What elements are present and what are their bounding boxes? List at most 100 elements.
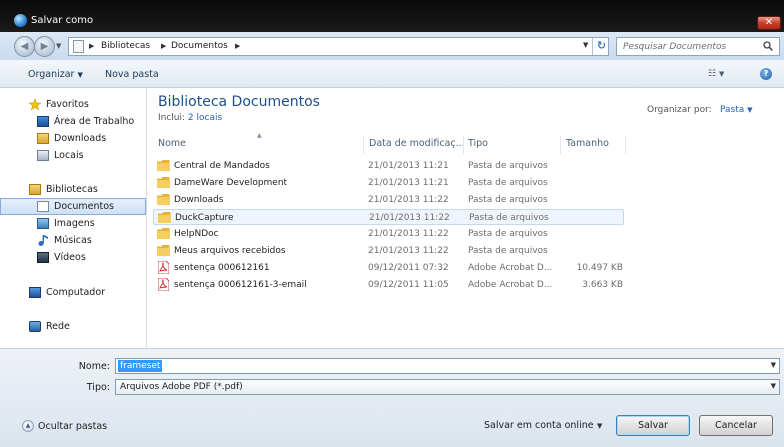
breadcrumb-arrow-icon[interactable]: ▶ [161,42,166,50]
breadcrumb-arrow-icon[interactable]: ▶ [89,42,94,50]
sidebar-item-downloads[interactable]: Downloads [0,130,146,147]
column-divider[interactable] [560,136,561,154]
file-type: Pasta de arquivos [468,229,548,239]
file-type: Pasta de arquivos [469,213,549,223]
search-box[interactable] [616,37,780,56]
sidebar-item-label: Músicas [54,235,92,246]
sidebar-item-label: Rede [46,321,70,332]
column-divider[interactable] [625,136,626,154]
places-icon [37,150,49,161]
downloads-icon [37,133,49,144]
table-row[interactable]: sentença 000612161-3-email 09/12/2011 11… [153,277,624,293]
sort-ascending-icon: ▲ [257,132,262,139]
sidebar-item-videos[interactable]: Vídeos [0,249,146,266]
file-name: sentença 000612161-3-email [174,280,307,290]
sidebar-item-locais[interactable]: Locais [0,147,146,164]
file-name-field[interactable]: frameset [118,360,163,372]
column-divider[interactable] [363,136,364,154]
table-row[interactable]: Downloads 21/01/2013 11:22 Pasta de arqu… [153,192,624,208]
chevron-down-icon: ▼ [77,71,83,79]
file-size: 10.497 KB [576,263,623,273]
back-button[interactable]: ◀ [14,36,35,57]
arrange-by-value: Pasta [720,105,745,115]
column-header-name[interactable]: Nome [158,138,186,154]
includes-label: Inclui: [158,113,186,123]
sidebar-item-bibliotecas[interactable]: Bibliotecas [0,181,146,198]
column-header-size[interactable]: Tamanho [566,138,609,154]
new-folder-button[interactable]: Nova pasta [105,69,159,80]
star-icon [29,99,41,110]
folder-icon [157,177,170,188]
file-type: Adobe Acrobat D... [468,263,553,273]
breadcrumb-arrow-icon[interactable]: ▶ [235,42,240,50]
table-row[interactable]: sentença 000612161 09/12/2011 07:32 Adob… [153,260,624,276]
column-divider[interactable] [463,136,464,154]
file-type-select[interactable]: Arquivos Adobe PDF (*.pdf) ▼ [115,379,780,395]
library-includes: Inclui: 2 locais [158,113,222,123]
address-bar[interactable]: ▶ Bibliotecas ▶ Documentos ▶ ▼ [68,37,609,56]
sidebar-item-label: Favoritos [46,99,89,110]
save-as-dialog: Salvar como ✕ ◀ ▶ ▼ ▶ Bibliotecas ▶ Docu… [0,0,784,447]
pdf-icon [158,278,169,291]
save-button[interactable]: Salvar [616,415,690,436]
search-input[interactable] [623,40,753,54]
sidebar-item-computador[interactable]: Computador [0,284,146,301]
file-type: Pasta de arquivos [468,161,548,171]
arrange-by-label: Organizar por: [647,105,712,115]
includes-locations-link[interactable]: 2 locais [188,113,222,123]
folder-icon [157,160,170,171]
organize-button[interactable]: Organizar ▼ [28,69,83,80]
pdf-icon [158,261,169,274]
recent-pages-dropdown-icon[interactable]: ▼ [56,42,61,50]
file-name-combobox[interactable]: frameset ▼ [115,358,780,374]
folder-icon [157,194,170,205]
sidebar-item-area-de-trabalho[interactable]: Área de Trabalho [0,113,146,130]
file-type: Pasta de arquivos [468,178,548,188]
sidebar-item-label: Bibliotecas [46,184,98,195]
breadcrumb-bibliotecas[interactable]: Bibliotecas [101,41,150,51]
forward-button[interactable]: ▶ [34,36,55,57]
column-header-type[interactable]: Tipo [468,138,488,154]
chevron-down-icon[interactable]: ▼ [771,382,776,390]
file-name: Central de Mandados [174,161,270,171]
table-row[interactable]: Meus arquivos recebidos 21/01/2013 11:22… [153,243,624,259]
folder-icon [157,245,170,256]
search-icon[interactable] [763,41,773,51]
sidebar-item-imagens[interactable]: Imagens [0,215,146,232]
table-row[interactable]: HelpNDoc 21/01/2013 11:22 Pasta de arqui… [153,226,624,242]
sidebar-item-musicas[interactable]: Músicas [0,232,146,249]
address-dropdown-icon[interactable]: ▼ [583,41,588,49]
help-icon[interactable]: ? [760,68,772,80]
sidebar-item-label: Área de Trabalho [54,116,135,127]
breadcrumb-documentos[interactable]: Documentos [171,41,228,51]
navigation-pane: Favoritos Área de Trabalho Downloads Loc… [0,88,147,348]
chevron-down-icon[interactable]: ▼ [771,361,776,369]
cancel-button[interactable]: Cancelar [699,415,773,436]
sidebar-item-documentos[interactable]: Documentos [0,198,146,215]
save-online-button[interactable]: Salvar em conta online [484,420,594,431]
sidebar-item-favoritos[interactable]: Favoritos [0,96,146,113]
file-type-label: Tipo: [86,382,110,393]
table-row[interactable]: DameWare Development 21/01/2013 11:21 Pa… [153,175,624,191]
file-type-value: Arquivos Adobe PDF (*.pdf) [120,382,243,392]
file-name: DameWare Development [174,178,288,188]
file-name: Downloads [174,195,224,205]
sidebar-item-label: Imagens [54,218,95,229]
table-row[interactable]: Central de Mandados 21/01/2013 11:21 Pas… [153,158,624,174]
address-row: ◀ ▶ ▼ ▶ Bibliotecas ▶ Documentos ▶ ▼ ↻ [0,32,784,60]
arrange-by-dropdown[interactable]: Pasta ▼ [720,105,753,115]
table-row[interactable]: DuckCapture 21/01/2013 11:22 Pasta de ar… [153,209,624,225]
sidebar-item-rede[interactable]: Rede [0,318,146,335]
close-button[interactable]: ✕ [757,16,781,30]
network-icon [29,321,41,332]
music-icon [38,235,48,246]
title-bar[interactable]: Salvar como ✕ [0,0,784,32]
file-date: 21/01/2013 11:22 [368,246,449,256]
column-header-date[interactable]: Data de modificaç... [369,138,465,154]
folder-icon [157,228,170,239]
file-name: Meus arquivos recebidos [174,246,286,256]
views-button[interactable]: ☷ ▼ [708,69,724,79]
file-type: Pasta de arquivos [468,246,548,256]
chevron-down-icon[interactable]: ▼ [597,422,602,430]
refresh-button[interactable]: ↻ [592,38,610,55]
